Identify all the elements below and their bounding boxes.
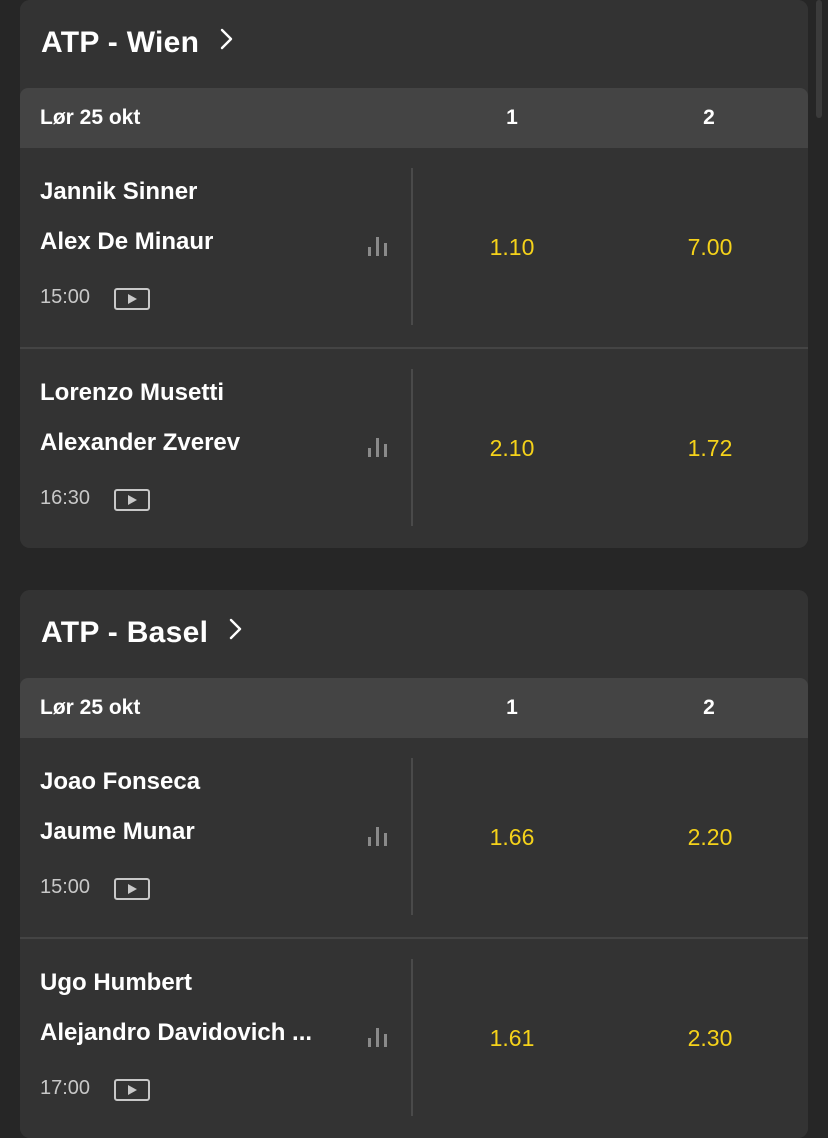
- match-time: 15:00: [40, 286, 91, 308]
- play-icon[interactable]: [114, 288, 150, 315]
- column-header-1: 1: [506, 106, 518, 129]
- odds-button-2[interactable]: 7.00: [650, 234, 770, 261]
- odds-button-1[interactable]: 1.61: [452, 1025, 572, 1052]
- odds-button-1[interactable]: 1.10: [452, 234, 572, 261]
- match-row[interactable]: Jannik Sinner Alex De Minaur 15:00 1.10 …: [20, 148, 808, 347]
- date-row: Lør 25 okt 1 2: [20, 88, 808, 148]
- match-row[interactable]: Ugo Humbert Alejandro Davidovich ... 17:…: [20, 937, 808, 1138]
- league-title[interactable]: ATP - Wien: [41, 24, 234, 60]
- date-row: Lør 25 okt 1 2: [20, 678, 808, 738]
- divider: [411, 168, 413, 325]
- league-card-wien: ATP - Wien Lør 25 okt 1 2 Jannik Sinner …: [20, 0, 808, 548]
- play-icon[interactable]: [114, 489, 150, 516]
- stats-icon[interactable]: [367, 1026, 389, 1053]
- stats-icon[interactable]: [367, 235, 389, 262]
- match-time: 17:00: [40, 1077, 91, 1099]
- column-header-2: 2: [703, 106, 715, 129]
- divider: [411, 758, 413, 915]
- play-icon[interactable]: [114, 1079, 150, 1106]
- odds-button-2[interactable]: 2.20: [650, 824, 770, 851]
- stats-icon[interactable]: [367, 436, 389, 463]
- player-home: Joao Fonseca: [40, 768, 201, 795]
- play-icon[interactable]: [114, 878, 150, 905]
- chevron-right-icon: [220, 24, 234, 58]
- column-header-2: 2: [703, 696, 715, 719]
- league-header[interactable]: ATP - Basel: [20, 590, 808, 678]
- player-away: Alejandro Davidovich ...: [40, 1019, 313, 1046]
- odds-button-1[interactable]: 1.66: [452, 824, 572, 851]
- match-row[interactable]: Lorenzo Musetti Alexander Zverev 16:30 2…: [20, 347, 808, 548]
- player-away: Jaume Munar: [40, 818, 195, 845]
- league-card-basel: ATP - Basel Lør 25 okt 1 2 Joao Fonseca …: [20, 590, 808, 1138]
- player-home: Jannik Sinner: [40, 178, 198, 205]
- league-title[interactable]: ATP - Basel: [41, 614, 243, 650]
- match-row[interactable]: Joao Fonseca Jaume Munar 15:00 1.66 2.20: [20, 738, 808, 937]
- odds-button-1[interactable]: 2.10: [452, 435, 572, 462]
- odds-button-2[interactable]: 2.30: [650, 1025, 770, 1052]
- league-header[interactable]: ATP - Wien: [20, 0, 808, 88]
- date-label: Lør 25 okt: [40, 106, 141, 129]
- scrollbar[interactable]: [816, 0, 822, 118]
- player-away: Alex De Minaur: [40, 228, 214, 255]
- date-label: Lør 25 okt: [40, 696, 141, 719]
- player-away: Alexander Zverev: [40, 429, 241, 456]
- player-home: Lorenzo Musetti: [40, 379, 224, 406]
- odds-button-2[interactable]: 1.72: [650, 435, 770, 462]
- stats-icon[interactable]: [367, 825, 389, 852]
- column-header-1: 1: [506, 696, 518, 719]
- player-home: Ugo Humbert: [40, 969, 192, 996]
- match-time: 16:30: [40, 487, 91, 509]
- divider: [411, 369, 413, 526]
- divider: [411, 959, 413, 1116]
- match-time: 15:00: [40, 876, 91, 898]
- chevron-right-icon: [229, 614, 243, 648]
